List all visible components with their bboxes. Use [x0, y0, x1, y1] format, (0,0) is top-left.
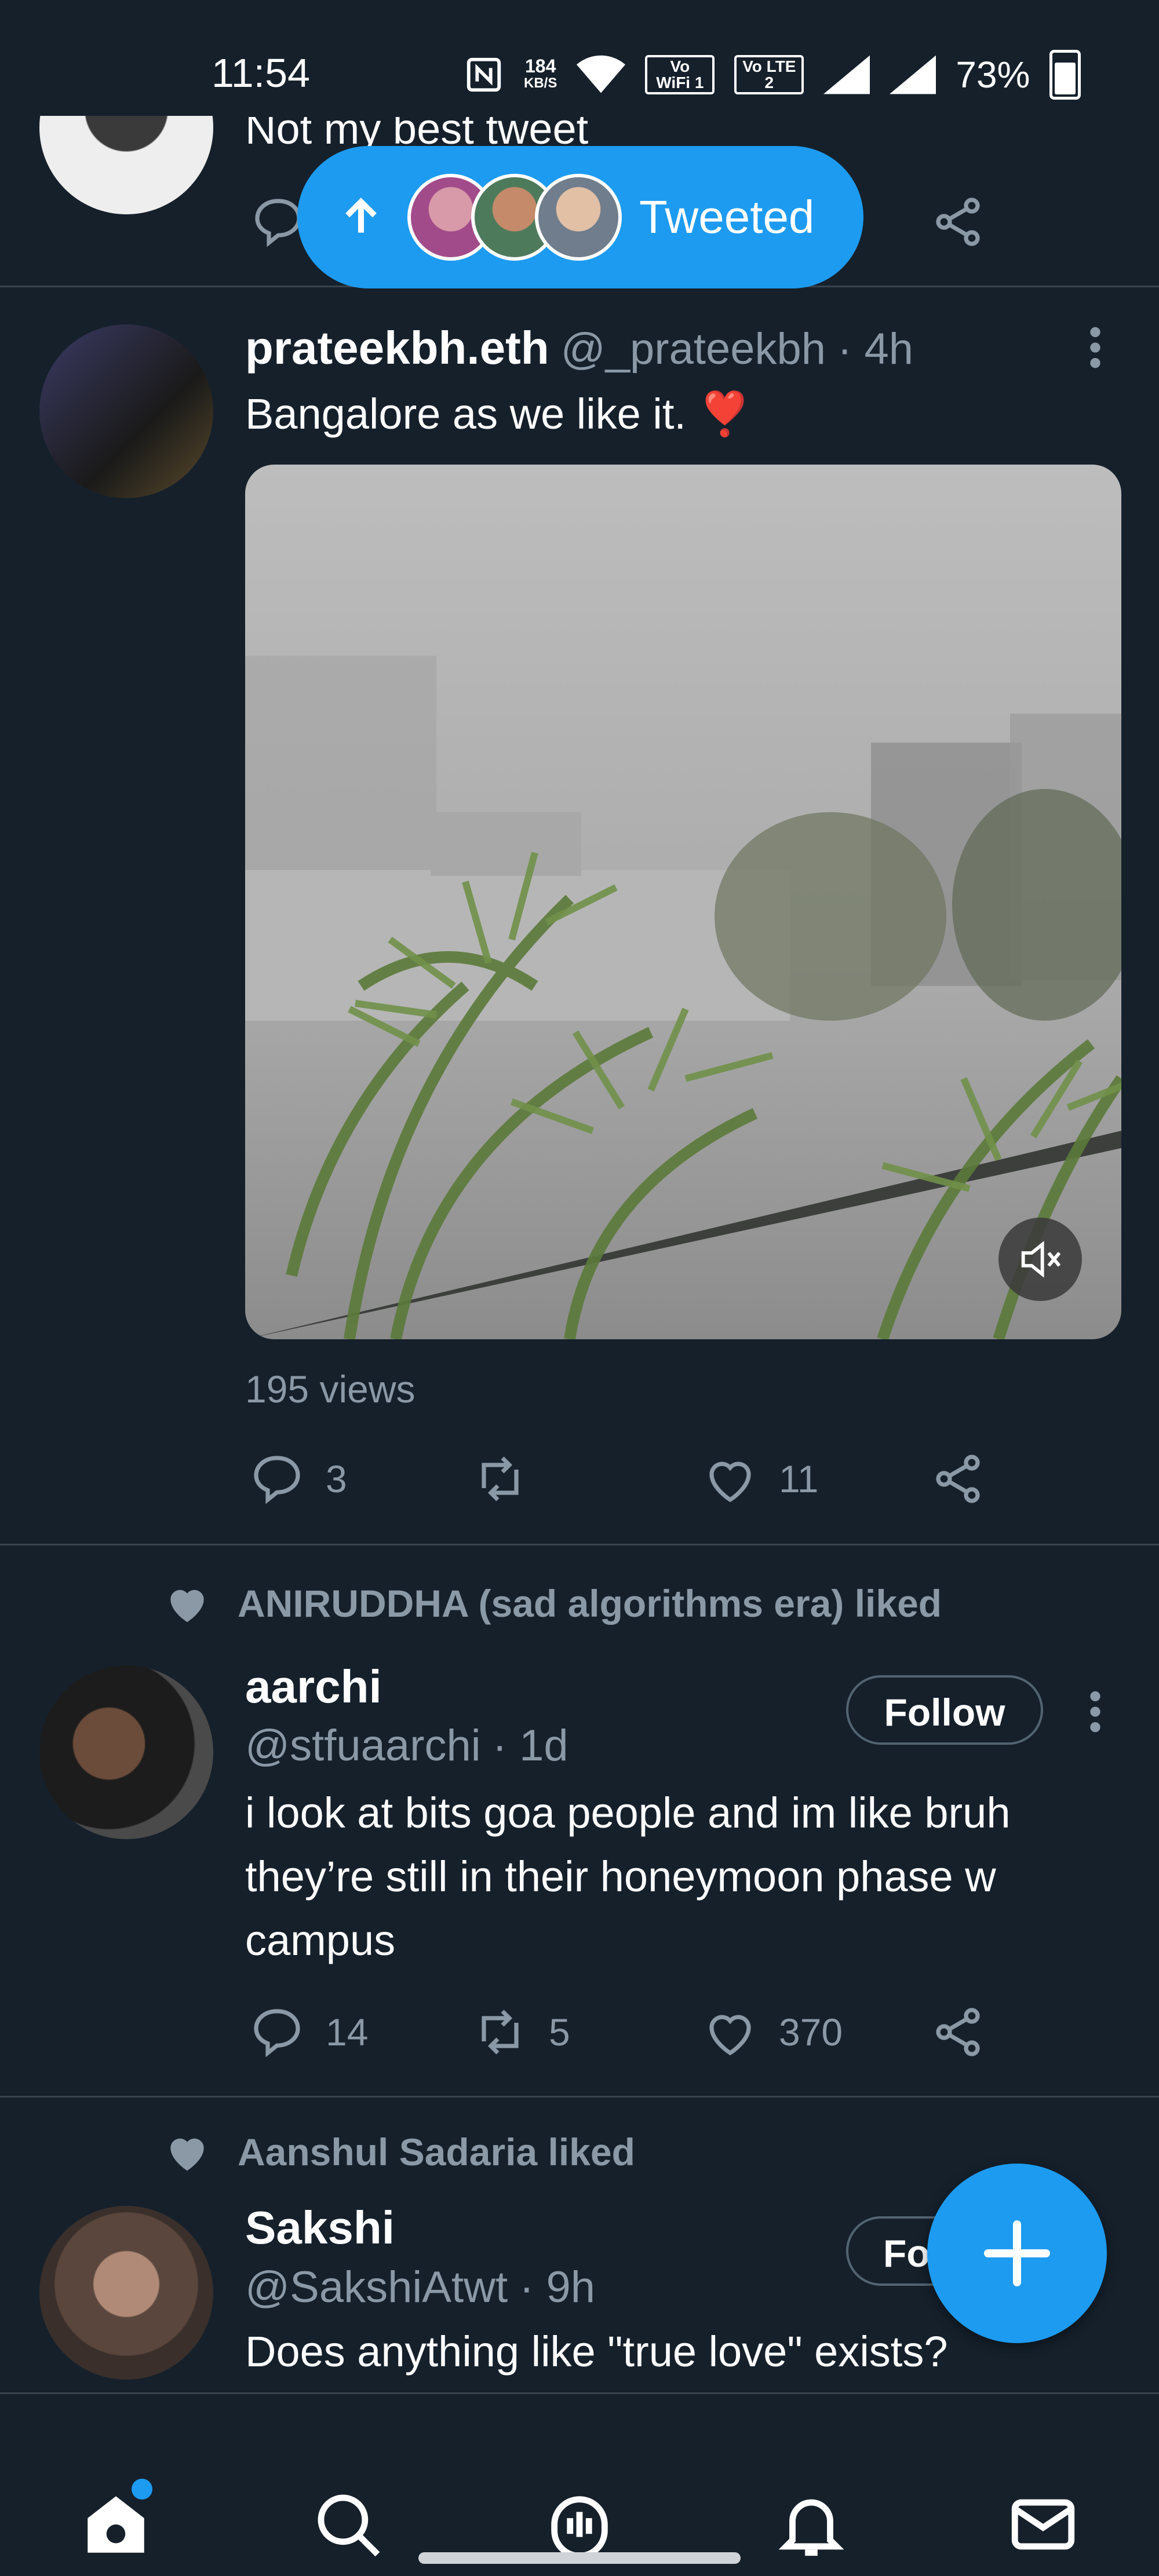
compose-tweet-button[interactable]	[927, 2164, 1107, 2343]
reply-button[interactable]: 14	[249, 2004, 368, 2060]
home-icon[interactable]	[78, 2479, 154, 2562]
nfc-icon	[466, 57, 501, 92]
spaces-icon[interactable]	[542, 2487, 617, 2562]
user-name[interactable]: Sakshi	[245, 2201, 395, 2255]
like-button[interactable]: 370	[702, 2004, 843, 2060]
retweet-button[interactable]	[472, 1451, 549, 1507]
data-rate: 184 KB/S	[524, 56, 557, 91]
volte-badge: Vo LTE 2	[734, 55, 804, 94]
status-icons: 184 KB/S Vo WiFi 1 Vo LTE 2 73%	[464, 50, 1081, 100]
view-count: 195 views	[245, 1368, 416, 1411]
like-button[interactable]: 11	[702, 1451, 819, 1507]
pill-label: Tweeted	[639, 191, 815, 243]
notifications-icon[interactable]	[774, 2487, 849, 2562]
more-options-icon[interactable]	[1084, 324, 1107, 374]
share-icon	[936, 1455, 980, 1503]
status-time: 11:54	[212, 50, 310, 96]
tweet-text: Does anything like "true love" exists?	[245, 2327, 948, 2376]
retweet-icon	[482, 2009, 519, 2055]
signal-icon-2	[890, 55, 936, 94]
reply-icon	[254, 1456, 300, 1504]
share-icon[interactable]	[930, 194, 986, 253]
heart-filled-icon	[170, 2138, 204, 2171]
avatar[interactable]	[39, 1665, 213, 1839]
tweet-header: prateekbh.eth @_prateekbh · 4h	[245, 321, 913, 375]
user-name[interactable]: aarchi	[245, 1660, 382, 1713]
share-button[interactable]	[930, 2004, 986, 2060]
retweet-button[interactable]: 5	[472, 2004, 570, 2060]
reply-button[interactable]: 3	[249, 1451, 347, 1507]
like-count: 11	[779, 1457, 819, 1500]
plus-icon	[984, 2220, 1050, 2286]
user-name[interactable]: prateekbh.eth	[245, 321, 549, 375]
liked-by-text[interactable]: ANIRUDDHA (sad algorithms era) liked	[238, 1581, 942, 1625]
retweet-icon	[482, 1456, 519, 1501]
tweet-text: i look at bits goa people and im like br…	[245, 1789, 1011, 1964]
bottom-nav	[0, 2392, 1159, 2576]
retweet-count: 5	[549, 2011, 570, 2054]
reply-count: 3	[326, 1457, 347, 1500]
liked-by-text[interactable]: Aanshul Sadaria liked	[238, 2130, 635, 2174]
like-count: 370	[779, 2011, 843, 2054]
more-options-icon[interactable]	[1084, 1689, 1107, 1738]
tweet-meta: @stfuaarchi · 1d	[245, 1720, 568, 1771]
avatar	[535, 174, 622, 261]
pill-avatars	[407, 174, 622, 261]
reply-count: 14	[326, 2011, 369, 2054]
tweet-video[interactable]	[245, 465, 1121, 1339]
heart-filled-icon	[170, 1590, 204, 1623]
follow-button[interactable]: Follow	[846, 1675, 1043, 1745]
divider	[0, 2096, 1159, 2098]
tweeted-pill[interactable]: Tweeted	[297, 146, 863, 288]
gesture-bar[interactable]	[418, 2552, 741, 2564]
user-handle[interactable]: @stfuaarchi	[245, 1720, 481, 1771]
search-icon[interactable]	[310, 2487, 385, 2562]
battery-percent: 73%	[956, 54, 1030, 96]
wifi-icon	[577, 55, 626, 93]
tweet-time: · 4h	[837, 324, 913, 374]
social-context: Aanshul Sadaria liked	[162, 2127, 635, 2177]
tweet-text: Bangalore as we like it. ❣️	[245, 390, 752, 438]
messages-icon[interactable]	[1005, 2487, 1081, 2562]
divider	[0, 1544, 1159, 1545]
wifi-calling-badge: Vo WiFi 1	[645, 55, 715, 94]
heart-icon	[709, 2015, 751, 2056]
avatar[interactable]	[39, 2206, 213, 2380]
status-bar: 11:54 184 KB/S Vo WiFi 1 Vo LTE 2 73%	[0, 0, 1159, 116]
share-button[interactable]	[930, 1451, 986, 1507]
video-frame	[245, 465, 1121, 1339]
user-handle[interactable]: @SakshiAtwt	[245, 2262, 508, 2312]
unread-dot	[132, 2479, 152, 2500]
arrow-up-icon	[345, 198, 377, 233]
avatar[interactable]	[39, 324, 213, 498]
tweet-time: · 1d	[492, 1721, 568, 1770]
reply-icon	[254, 2009, 300, 2058]
social-context: ANIRUDDHA (sad algorithms era) liked	[162, 1579, 942, 1628]
signal-icon	[823, 55, 870, 94]
user-handle[interactable]: @_prateekbh	[561, 324, 826, 374]
heart-icon	[709, 1461, 751, 1503]
tweet-time: · 9h	[519, 2263, 596, 2312]
mute-icon[interactable]	[1015, 1234, 1066, 1288]
battery-icon	[1049, 50, 1081, 100]
tweet-meta: @SakshiAtwt · 9h	[245, 2262, 595, 2312]
share-icon	[936, 2008, 980, 2056]
